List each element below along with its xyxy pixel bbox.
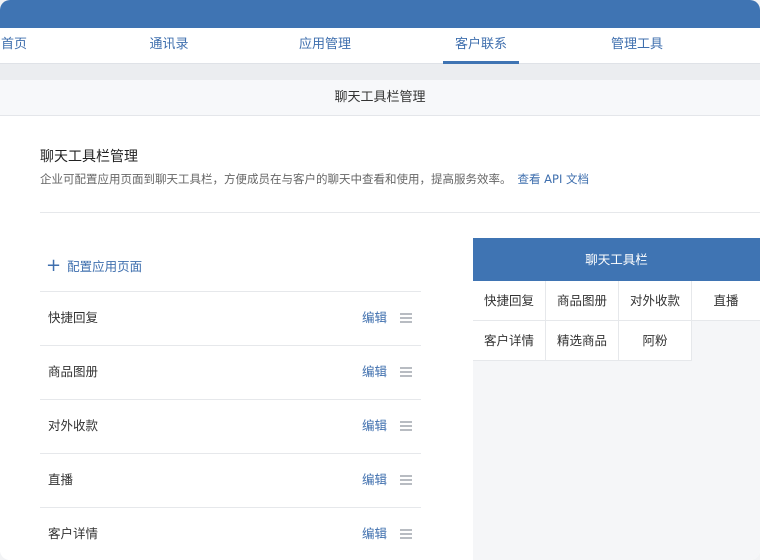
page-description: 企业可配置应用页面到聊天工具栏，方便成员在与客户的聊天中查看和使用，提高服务效率…	[40, 171, 589, 187]
list-item: 客户详情 编辑	[40, 507, 421, 560]
edit-button[interactable]: 编辑	[362, 400, 387, 452]
list-item: 商品图册 编辑	[40, 345, 421, 399]
page-title: 聊天工具栏管理	[40, 149, 138, 165]
add-app-page-label: 配置应用页面	[67, 259, 143, 274]
top-bar	[0, 0, 760, 28]
list-item-label: 客户详情	[48, 526, 99, 541]
drag-handle-icon[interactable]	[400, 367, 412, 377]
nav-item-app-management[interactable]: 应用管理	[290, 28, 360, 64]
preview-cell[interactable]: 阿粉	[619, 321, 692, 361]
main-nav: 首页 通讯录 应用管理 客户联系 管理工具	[0, 28, 760, 64]
divider	[40, 212, 760, 213]
toolbar-item-list: 快捷回复 编辑 商品图册 编辑 对外收款 编辑 直播 编辑 客户详情 编辑	[40, 291, 421, 560]
nav-item-customer-contact[interactable]: 客户联系	[443, 28, 519, 64]
add-app-page-button[interactable]: + 配置应用页面	[46, 256, 142, 275]
drag-handle-icon[interactable]	[400, 421, 412, 431]
preview-cell[interactable]: 对外收款	[619, 281, 692, 321]
list-item-label: 对外收款	[48, 418, 99, 433]
preview-cell[interactable]: 客户详情	[473, 321, 546, 361]
preview-cell[interactable]: 精选商品	[546, 321, 619, 361]
list-item: 直播 编辑	[40, 453, 421, 507]
chat-toolbar-preview: 聊天工具栏 快捷回复 商品图册 对外收款 直播 客户详情 精选商品 阿粉	[473, 238, 760, 560]
section-gap	[0, 64, 760, 80]
list-item: 快捷回复 编辑	[40, 291, 421, 345]
list-item: 对外收款 编辑	[40, 399, 421, 453]
nav-item-contacts[interactable]: 通讯录	[140, 28, 198, 64]
list-item-label: 快捷回复	[48, 310, 99, 325]
list-item-label: 直播	[48, 472, 74, 487]
preview-title: 聊天工具栏	[473, 238, 760, 281]
preview-cell[interactable]: 快捷回复	[473, 281, 546, 321]
page-header: 聊天工具栏管理	[0, 80, 760, 116]
edit-button[interactable]: 编辑	[362, 292, 387, 344]
edit-button[interactable]: 编辑	[362, 346, 387, 398]
nav-item-home[interactable]: 首页	[0, 28, 28, 64]
preview-cell[interactable]: 直播	[692, 281, 760, 321]
content-area: 聊天工具栏管理 企业可配置应用页面到聊天工具栏，方便成员在与客户的聊天中查看和使…	[0, 116, 760, 560]
app-window: 首页 通讯录 应用管理 客户联系 管理工具 聊天工具栏管理 聊天工具栏管理 企业…	[0, 0, 760, 560]
drag-handle-icon[interactable]	[400, 475, 412, 485]
edit-button[interactable]: 编辑	[362, 454, 387, 506]
description-text: 企业可配置应用页面到聊天工具栏，方便成员在与客户的聊天中查看和使用，提高服务效率…	[40, 172, 512, 186]
edit-button[interactable]: 编辑	[362, 508, 387, 560]
api-doc-link[interactable]: 查看 API 文档	[518, 172, 590, 186]
list-item-label: 商品图册	[48, 364, 99, 379]
preview-cell[interactable]: 商品图册	[546, 281, 619, 321]
plus-icon: +	[46, 254, 62, 276]
nav-item-management-tools[interactable]: 管理工具	[602, 28, 672, 64]
drag-handle-icon[interactable]	[400, 529, 412, 539]
drag-handle-icon[interactable]	[400, 313, 412, 323]
